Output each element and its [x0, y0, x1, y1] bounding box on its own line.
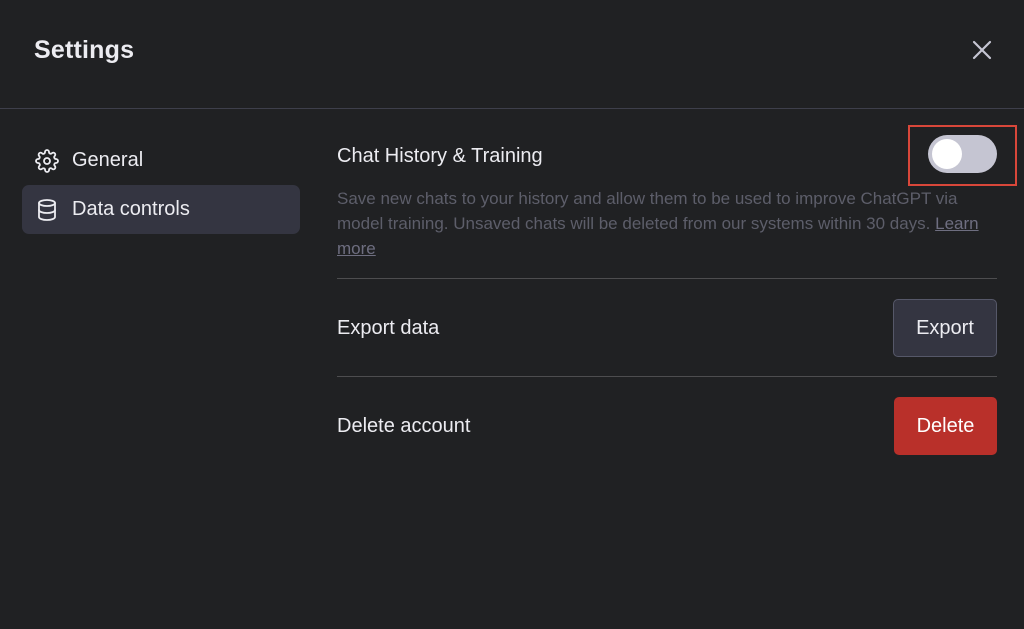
- sidebar-item-data-controls[interactable]: Data controls: [22, 185, 300, 234]
- settings-sidebar: General Data controls: [22, 136, 300, 234]
- delete-account-row: Delete account Delete: [337, 377, 997, 474]
- chat-history-row: Chat History & Training Save new chats t…: [337, 125, 1017, 279]
- chat-history-description-text: Save new chats to your history and allow…: [337, 189, 958, 233]
- sidebar-item-label: Data controls: [72, 198, 190, 220]
- close-button[interactable]: [966, 34, 998, 66]
- settings-dialog: Settings General Data controls Chat Hist…: [0, 0, 1024, 629]
- page-title: Settings: [34, 36, 135, 64]
- delete-button[interactable]: Delete: [894, 397, 997, 455]
- settings-content: Chat History & Training Save new chats t…: [337, 125, 1017, 474]
- gear-icon: [34, 148, 60, 174]
- database-icon: [34, 197, 60, 223]
- sidebar-item-general[interactable]: General: [22, 136, 300, 185]
- export-button[interactable]: Export: [893, 299, 997, 357]
- export-data-row: Export data Export: [337, 279, 997, 377]
- chat-history-title: Chat History & Training: [337, 145, 543, 167]
- export-data-label: Export data: [337, 317, 440, 339]
- toggle-knob: [932, 139, 962, 169]
- sidebar-item-label: General: [72, 149, 144, 171]
- chat-history-toggle[interactable]: [928, 135, 997, 173]
- close-icon: [972, 40, 992, 60]
- chat-history-description: Save new chats to your history and allow…: [337, 186, 987, 261]
- delete-account-label: Delete account: [337, 415, 471, 437]
- dialog-header: Settings: [0, 0, 1024, 109]
